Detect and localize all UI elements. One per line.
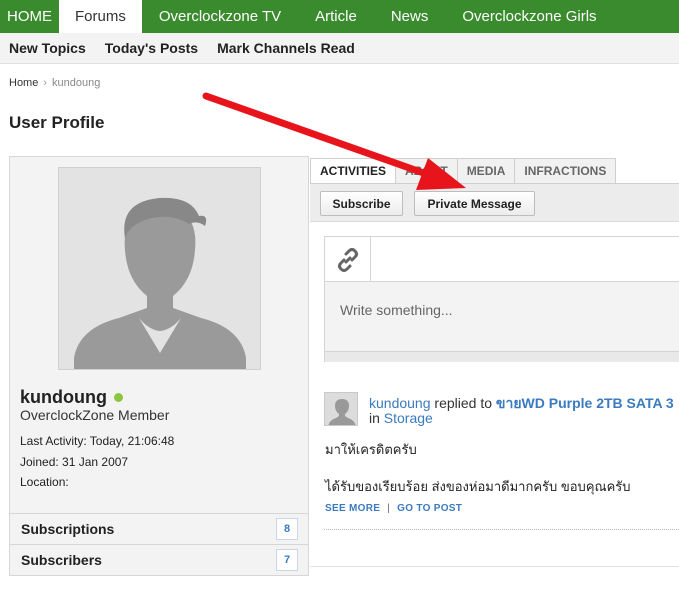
subscribers-row[interactable]: Subscribers 7 xyxy=(10,544,308,575)
breadcrumb: Home › kundoung xyxy=(9,77,100,89)
top-nav: HOME Forums Overclockzone TV Article New… xyxy=(0,0,679,33)
composer-toolbar xyxy=(325,237,679,282)
private-message-button[interactable]: Private Message xyxy=(414,191,535,216)
sub-nav: New Topics Today's Posts Mark Channels R… xyxy=(0,33,679,64)
subscribers-label: Subscribers xyxy=(21,552,102,568)
activity-user-link[interactable]: kundoung xyxy=(369,395,431,411)
username-row: kundoung xyxy=(20,387,123,408)
link-icon xyxy=(337,247,358,272)
subscriptions-row[interactable]: Subscriptions 8 xyxy=(10,513,308,544)
activity-text-line-1: มาให้เครดิตครับ xyxy=(325,442,417,457)
tab-media[interactable]: MEDIA xyxy=(456,158,516,183)
profile-tabs: ACTIVITIES ABOUT MEDIA INFRACTIONS xyxy=(310,158,679,184)
last-activity: Last Activity: Today, 21:06:48 xyxy=(20,434,175,448)
go-to-post-link[interactable]: GO TO POST xyxy=(397,503,462,514)
joined-date: Joined: 31 Jan 2007 xyxy=(20,455,129,469)
see-more-link[interactable]: SEE MORE xyxy=(325,503,380,514)
subscribe-button[interactable]: Subscribe xyxy=(320,191,403,216)
online-status-icon xyxy=(113,393,123,402)
profile-sidebar: kundoung OverclockZone Member Last Activ… xyxy=(9,156,309,576)
breadcrumb-current: kundoung xyxy=(52,77,101,89)
tab-infractions[interactable]: INFRACTIONS xyxy=(514,158,617,183)
subscriptions-count[interactable]: 8 xyxy=(276,518,298,540)
subscribers-count[interactable]: 7 xyxy=(276,549,298,571)
activity-forum-link[interactable]: Storage xyxy=(384,410,433,426)
page-title: User Profile xyxy=(9,113,105,132)
default-avatar-icon xyxy=(59,168,260,369)
nav-news[interactable]: News xyxy=(374,0,446,33)
profile-username: kundoung xyxy=(20,387,107,407)
links-separator: | xyxy=(387,503,391,514)
activity-action: replied to xyxy=(434,395,492,411)
activity-text-line-2: ได้รับของเรียบร้อย ส่งของห่อมาดีมากครับ … xyxy=(325,479,631,494)
subscriptions-label: Subscriptions xyxy=(21,521,115,537)
content-bottom-border xyxy=(310,566,679,567)
insert-link-button[interactable] xyxy=(325,237,371,282)
nav-article[interactable]: Article xyxy=(298,0,374,33)
new-topics-link[interactable]: New Topics xyxy=(9,40,86,56)
default-avatar-icon xyxy=(325,393,357,425)
nav-overclockzone-tv[interactable]: Overclockzone TV xyxy=(142,0,298,33)
nav-home[interactable]: HOME xyxy=(0,0,59,33)
activity-divider xyxy=(324,529,679,530)
activity-forum-line: in Storage xyxy=(369,410,433,426)
nav-overclockzone-girls[interactable]: Overclockzone Girls xyxy=(445,0,613,33)
avatar xyxy=(58,167,261,370)
activity-links: SEE MORE | GO TO POST xyxy=(325,503,462,514)
nav-forums[interactable]: Forums xyxy=(59,0,142,33)
composer-input[interactable]: Write something... xyxy=(340,302,453,318)
activity-thread-link[interactable]: ขายWD Purple 2TB SATA 3 xyxy=(496,395,674,411)
todays-posts-link[interactable]: Today's Posts xyxy=(105,40,198,56)
mark-channels-read-link[interactable]: Mark Channels Read xyxy=(217,40,355,56)
action-bar: Subscribe Private Message xyxy=(310,184,679,222)
composer-footer xyxy=(325,351,679,362)
activity-in-label: in xyxy=(369,410,380,426)
tab-activities[interactable]: ACTIVITIES xyxy=(310,158,397,183)
status-composer: Write something... xyxy=(324,236,679,362)
tab-about[interactable]: ABOUT xyxy=(395,158,458,183)
location: Location: xyxy=(20,475,69,489)
chevron-right-icon: › xyxy=(43,77,48,89)
breadcrumb-home[interactable]: Home xyxy=(9,77,38,89)
activity-avatar[interactable] xyxy=(324,392,358,426)
user-title: OverclockZone Member xyxy=(20,407,170,423)
